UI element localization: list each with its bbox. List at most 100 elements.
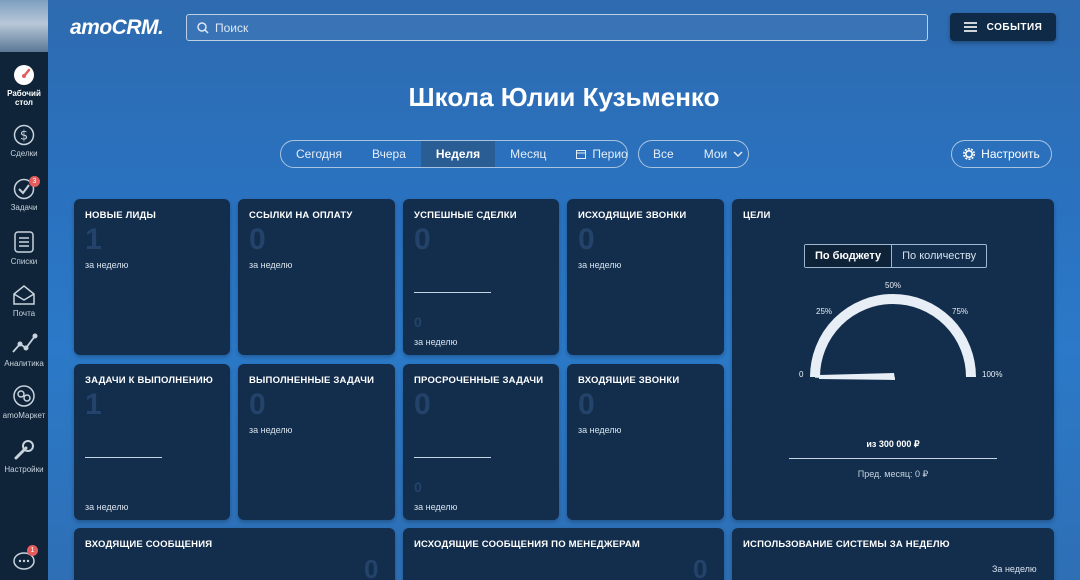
widget-caption: за неделю xyxy=(578,260,622,270)
scope-mine[interactable]: Мои xyxy=(688,141,748,167)
sidebar-item-mail[interactable]: Почта xyxy=(0,284,48,318)
widget-value: 1 xyxy=(85,388,102,421)
widget-incoming-calls[interactable]: ВХОДЯЩИЕ ЗВОНКИ 0 за неделю xyxy=(567,364,724,520)
period-today[interactable]: Сегодня xyxy=(281,141,357,167)
period-yesterday[interactable]: Вчера xyxy=(357,141,421,167)
gear-icon xyxy=(963,148,976,160)
gauge-label-50: 50% xyxy=(885,281,901,290)
widget-value: 0 xyxy=(578,223,595,256)
widget-title: ВЫПОЛНЕННЫЕ ЗАДАЧИ xyxy=(249,375,375,386)
tasks-badge: 3 xyxy=(29,176,40,187)
widget-value: 0 xyxy=(249,388,266,421)
period-week[interactable]: Неделя xyxy=(420,141,496,167)
widget-overdue-tasks[interactable]: ПРОСРОЧЕННЫЕ ЗАДАЧИ 0 0 за неделю xyxy=(403,364,559,520)
setup-button[interactable]: Настроить xyxy=(951,140,1052,168)
widget-divider xyxy=(414,292,491,293)
sidebar-item-settings[interactable]: Настройки xyxy=(0,438,48,474)
sidebar-item-deals[interactable]: $ Сделки xyxy=(0,124,48,158)
sidebar-item-label: amoМаркет xyxy=(2,411,46,420)
widget-outgoing-messages[interactable]: ИСХОДЯЩИЕ СООБЩЕНИЯ ПО МЕНЕДЖЕРАМ 0 xyxy=(403,528,724,580)
widget-caption: за неделю xyxy=(414,502,458,512)
gauge-label-100: 100% xyxy=(982,370,1002,379)
goals-tabs: По бюджету По количеству xyxy=(804,244,988,268)
sidebar-wallpaper xyxy=(0,0,48,52)
widget-outgoing-calls[interactable]: ИСХОДЯЩИЕ ЗВОНКИ 0 за неделю xyxy=(567,199,724,355)
sidebar-item-label: Аналитика xyxy=(4,359,44,368)
widget-value: 1 xyxy=(85,223,102,256)
page-title: Школа Юлии Кузьменко xyxy=(408,82,720,112)
sidebar-item-analytics[interactable]: Аналитика xyxy=(0,332,48,368)
widget-title: ИСПОЛЬЗОВАНИЕ СИСТЕМЫ ЗА НЕДЕЛЮ xyxy=(743,539,950,550)
sidebar-item-tasks[interactable]: Задачи 3 xyxy=(0,176,48,212)
widget-new-leads[interactable]: НОВЫЕ ЛИДЫ 1 за неделю xyxy=(74,199,230,355)
sidebar-item-label: Задачи xyxy=(10,203,38,212)
sidebar-item-label: Настройки xyxy=(4,465,44,474)
widget-caption: за неделю xyxy=(249,260,293,270)
widget-tasks-todo[interactable]: ЗАДАЧИ К ВЫПОЛНЕНИЮ 1 за неделю xyxy=(74,364,230,520)
widget-caption: за неделю xyxy=(85,260,129,270)
tab-by-budget[interactable]: По бюджету xyxy=(805,245,893,267)
app-logo[interactable]: amoCRM. xyxy=(70,16,164,40)
widget-completed-tasks[interactable]: ВЫПОЛНЕННЫЕ ЗАДАЧИ 0 за неделю xyxy=(238,364,395,520)
widget-caption: за неделю xyxy=(85,502,129,512)
events-button[interactable]: СОБЫТИЯ xyxy=(950,13,1056,41)
sidebar-item-market[interactable]: amoМаркет xyxy=(0,384,48,420)
widget-system-usage[interactable]: ИСПОЛЬЗОВАНИЕ СИСТЕМЫ ЗА НЕДЕЛЮ За недел… xyxy=(732,528,1054,580)
chevron-down-icon xyxy=(733,151,743,157)
sidebar-item-lists[interactable]: Списки xyxy=(0,230,48,266)
dollar-icon: $ xyxy=(13,124,35,146)
widget-title: ВХОДЯЩИЕ СООБЩЕНИЯ xyxy=(85,539,213,550)
period-month[interactable]: Месяц xyxy=(495,141,561,167)
settings-icon xyxy=(14,440,34,460)
search-input[interactable] xyxy=(215,20,895,35)
period-custom-label: Период xyxy=(592,147,628,161)
search-icon xyxy=(197,21,209,34)
widget-incoming-messages[interactable]: ВХОДЯЩИЕ СООБЩЕНИЯ 0 xyxy=(74,528,395,580)
period-custom[interactable]: Период xyxy=(561,141,628,167)
sidebar-item-label: Почта xyxy=(12,309,36,318)
gauge-label-0: 0 xyxy=(799,370,804,379)
tab-by-count[interactable]: По количеству xyxy=(892,245,986,267)
widget-title: ССЫЛКИ НА ОПЛАТУ xyxy=(249,210,353,221)
scope-filter: Все Мои xyxy=(638,140,749,168)
menu-icon xyxy=(963,22,977,32)
sidebar-item-label: Списки xyxy=(10,257,38,266)
widget-goals[interactable]: ЦЕЛИ По бюджету По количеству 0 25% 50% … xyxy=(732,199,1054,520)
widget-title: ЗАДАЧИ К ВЫПОЛНЕНИЮ xyxy=(85,375,213,386)
search-bar[interactable] xyxy=(186,14,928,41)
widget-value: 0 xyxy=(364,554,379,580)
setup-label: Настроить xyxy=(981,147,1040,161)
mail-icon xyxy=(13,285,35,305)
gauge-needle-shape xyxy=(819,373,895,380)
scope-all[interactable]: Все xyxy=(639,141,688,167)
widget-secondary-value: 0 xyxy=(414,314,422,330)
gauge-label-25: 25% xyxy=(816,307,832,316)
widget-value: 0 xyxy=(414,223,431,256)
goal-prev-month: Пред. месяц: 0 ₽ xyxy=(857,469,929,479)
widget-divider xyxy=(85,457,162,458)
widget-title: УСПЕШНЫЕ СДЕЛКИ xyxy=(414,210,517,221)
widget-title: ИСХОДЯЩИЕ ЗВОНКИ xyxy=(578,210,687,221)
widget-title: ПРОСРОЧЕННЫЕ ЗАДАЧИ xyxy=(414,375,544,386)
list-icon xyxy=(14,231,34,253)
widget-payment-links[interactable]: ССЫЛКИ НА ОПЛАТУ 0 за неделю xyxy=(238,199,395,355)
calendar-icon xyxy=(576,150,587,159)
svg-text:$: $ xyxy=(20,129,28,144)
widget-title: ЦЕЛИ xyxy=(743,210,771,221)
goal-target: из 300 000 ₽ xyxy=(866,439,920,449)
widget-divider xyxy=(414,457,491,458)
widget-title: НОВЫЕ ЛИДЫ xyxy=(85,210,156,221)
widget-successful-deals[interactable]: УСПЕШНЫЕ СДЕЛКИ 0 0 за неделю xyxy=(403,199,559,355)
widget-caption: За неделю xyxy=(992,564,1037,574)
scope-mine-label: Мои xyxy=(703,147,728,161)
period-filter: Сегодня Вчера Неделя Месяц Период xyxy=(280,140,628,168)
widget-value: 0 xyxy=(249,223,266,256)
widget-secondary-value: 0 xyxy=(414,479,422,495)
widget-title: ВХОДЯЩИЕ ЗВОНКИ xyxy=(578,375,680,386)
widget-caption: за неделю xyxy=(414,337,458,347)
goal-gauge: 0 25% 50% 75% 100% xyxy=(799,281,1002,380)
chat-button[interactable]: 1 xyxy=(0,545,48,575)
events-label: СОБЫТИЯ xyxy=(986,21,1043,33)
widget-caption: за неделю xyxy=(578,425,622,435)
chat-badge: 1 xyxy=(27,545,38,556)
